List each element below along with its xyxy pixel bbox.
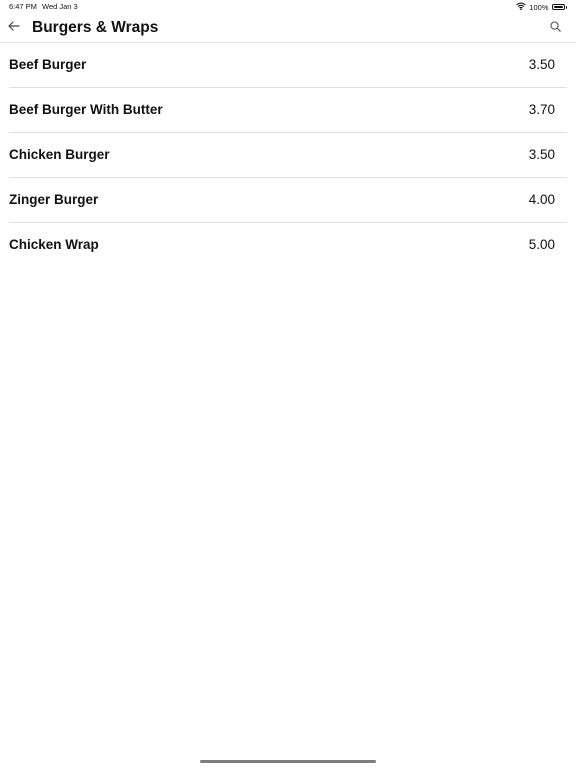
- item-price: 3.50: [528, 147, 555, 162]
- search-icon: [549, 19, 561, 37]
- menu-item-chicken-burger[interactable]: Chicken Burger 3.50: [9, 133, 567, 178]
- item-price: 4.00: [528, 192, 555, 207]
- status-time: 6:47 PM: [9, 2, 37, 11]
- status-right: 100%: [516, 1, 567, 13]
- status-date: Wed Jan 3: [42, 2, 78, 11]
- menu-list: Beef Burger 3.50 Beef Burger With Butter…: [0, 43, 576, 268]
- battery-icon: [551, 4, 565, 10]
- menu-item-beef-burger-with-butter[interactable]: Beef Burger With Butter 3.70: [9, 88, 567, 133]
- item-name: Chicken Burger: [9, 147, 110, 162]
- item-price: 3.70: [528, 102, 555, 117]
- wifi-icon: [516, 2, 527, 12]
- arrow-left-icon: [8, 18, 20, 36]
- item-price: 3.50: [528, 57, 555, 72]
- search-button[interactable]: [548, 21, 562, 35]
- item-name: Zinger Burger: [9, 192, 99, 207]
- screen: 6:47 PM Wed Jan 3 100% Burgers & Wraps B…: [0, 0, 576, 768]
- header: Burgers & Wraps: [0, 14, 576, 43]
- item-name: Beef Burger: [9, 57, 87, 72]
- menu-item-beef-burger[interactable]: Beef Burger 3.50: [9, 43, 567, 88]
- item-name: Chicken Wrap: [9, 237, 99, 252]
- status-bar: 6:47 PM Wed Jan 3 100%: [0, 0, 576, 14]
- menu-item-chicken-wrap[interactable]: Chicken Wrap 5.00: [9, 223, 567, 268]
- home-indicator[interactable]: [200, 760, 376, 763]
- page-title: Burgers & Wraps: [32, 19, 159, 36]
- battery-percent: 100%: [529, 2, 549, 12]
- back-button[interactable]: [6, 19, 22, 35]
- battery-tip: [565, 5, 567, 9]
- menu-item-zinger-burger[interactable]: Zinger Burger 4.00: [9, 178, 567, 223]
- item-price: 5.00: [528, 237, 555, 252]
- item-name: Beef Burger With Butter: [9, 102, 163, 117]
